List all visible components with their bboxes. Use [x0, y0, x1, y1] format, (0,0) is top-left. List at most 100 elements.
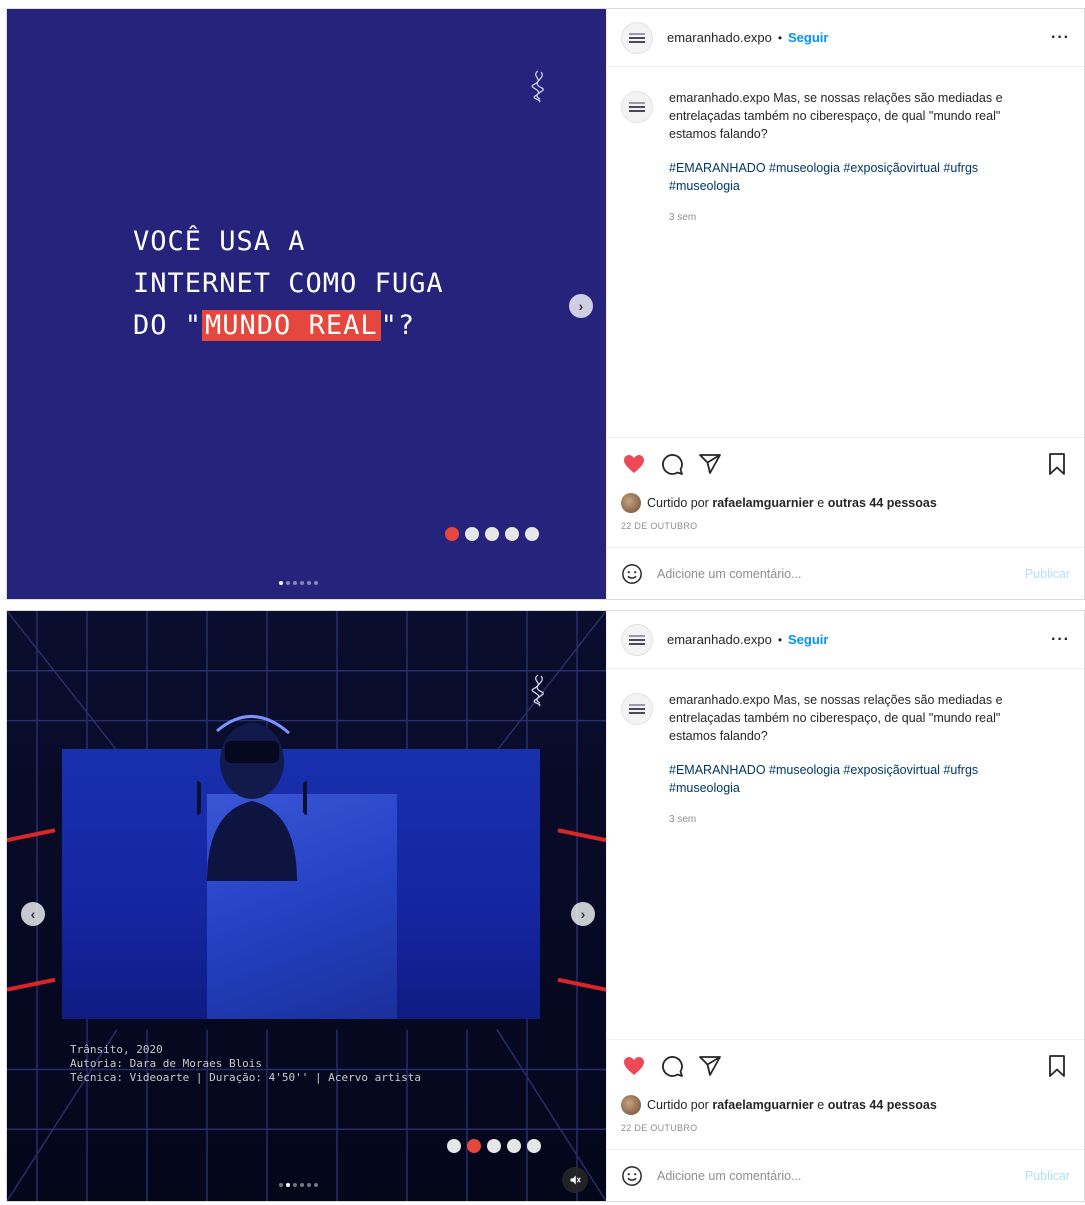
likes-summary: Curtido por rafaelamguarnier e outras 44… [621, 493, 937, 513]
like-button[interactable] [621, 1053, 647, 1079]
caption-text: emaranhado.expo Mas, se nossas relações … [669, 691, 1041, 829]
avatar[interactable] [621, 693, 653, 725]
carousel-dot [279, 581, 283, 585]
instagram-post-2: Trânsito, 2020 Autoria: Dara de Moraes Bl… [6, 610, 1085, 1202]
more-options-button[interactable]: ··· [1051, 631, 1070, 649]
heart-icon [624, 1056, 644, 1075]
action-bar [607, 1039, 1084, 1091]
next-slide-button[interactable]: › [569, 294, 593, 318]
username-link[interactable]: emaranhado.expo [667, 632, 772, 647]
slide-indicator-dots [447, 1139, 541, 1153]
quote-line-3-pre: DO " [133, 310, 203, 341]
avatar[interactable] [621, 91, 653, 123]
carousel-dot [307, 581, 311, 585]
comment-input[interactable]: Adicione um comentário... [657, 1169, 802, 1183]
separator-dot: • [777, 30, 783, 45]
slide-dot-3 [485, 527, 499, 541]
share-button[interactable] [697, 1053, 723, 1079]
action-bar [607, 437, 1084, 489]
caption-hashtags[interactable]: #EMARANHADO #museologia #exposiçãovirtua… [669, 159, 1041, 195]
muted-speaker-icon [570, 1175, 581, 1185]
post-date: 22 DE OUTUBRO [621, 521, 698, 531]
liker-username[interactable]: rafaelamguarnier [712, 496, 813, 510]
likes-prefix: Curtido por [647, 1098, 709, 1112]
slide-indicator-dots [445, 527, 539, 541]
likes-summary: Curtido por rafaelamguarnier e outras 44… [621, 1095, 937, 1115]
artwork-title: Trânsito, 2020 [70, 1043, 163, 1056]
comment-button[interactable] [659, 451, 685, 477]
username-link[interactable]: emaranhado.expo [667, 30, 772, 45]
caption-block: emaranhado.expo Mas, se nossas relações … [621, 89, 1041, 227]
comment-button[interactable] [659, 1053, 685, 1079]
caption-text: emaranhado.expo Mas, se nossas relações … [669, 89, 1041, 227]
previous-slide-button[interactable]: ‹ [21, 902, 45, 926]
slide-dot-2 [465, 527, 479, 541]
save-button[interactable] [1044, 451, 1070, 477]
carousel-position-dots [279, 581, 318, 585]
artwork-technique: Técnica: Videoarte | Duração: 4'50'' | A… [70, 1071, 421, 1084]
like-button[interactable] [621, 451, 647, 477]
liker-avatar[interactable] [621, 493, 641, 513]
comment-bar: Adicione um comentário... Publicar [607, 1149, 1084, 1201]
publish-button[interactable]: Publicar [1025, 1169, 1070, 1183]
avatar[interactable] [621, 623, 653, 656]
publish-button[interactable]: Publicar [1025, 567, 1070, 581]
share-icon [699, 453, 721, 474]
bookmark-icon [1049, 452, 1065, 475]
emaranhado-logo-icon [527, 69, 549, 103]
post-media-slide[interactable]: VOCÊ USA A INTERNET COMO FUGA DO " MUNDO … [7, 9, 606, 599]
slide-dot-4 [505, 527, 519, 541]
post-media-video[interactable]: Trânsito, 2020 Autoria: Dara de Moraes Bl… [7, 611, 606, 1201]
likes-others-link[interactable]: outras 44 pessoas [828, 496, 937, 510]
share-icon [699, 1055, 721, 1076]
chevron-left-icon: ‹ [30, 906, 36, 922]
carousel-dot [279, 1183, 283, 1187]
slide-quote: VOCÊ USA A INTERNET COMO FUGA DO " MUNDO … [133, 221, 444, 347]
caption-block: emaranhado.expo Mas, se nossas relações … [621, 691, 1041, 829]
carousel-dot [293, 1183, 297, 1187]
carousel-dot [307, 1183, 311, 1187]
caption-time: 3 sem [669, 212, 697, 223]
caption-username[interactable]: emaranhado.expo [669, 91, 770, 105]
quote-line-3: DO " MUNDO REAL "? [133, 305, 444, 347]
artwork-author: Autoria: Dara de Moraes Blois [70, 1057, 263, 1070]
comment-icon [662, 1055, 683, 1077]
likes-others-link[interactable]: outras 44 pessoas [828, 1098, 937, 1112]
instagram-post-1: VOCÊ USA A INTERNET COMO FUGA DO " MUNDO … [6, 8, 1085, 600]
slide-dot-4 [507, 1139, 521, 1153]
likes-middle: e [817, 496, 825, 510]
smiley-icon [622, 563, 642, 584]
caption-hashtags[interactable]: #EMARANHADO #museologia #exposiçãovirtua… [669, 761, 1041, 797]
likes-prefix: Curtido por [647, 496, 709, 510]
quote-line-2: INTERNET COMO FUGA [133, 268, 444, 299]
likes-middle: e [817, 1098, 825, 1112]
next-slide-button[interactable]: › [571, 902, 595, 926]
artwork-caption: Trânsito, 2020 Autoria: Dara de Moraes Bl… [70, 1043, 421, 1085]
carousel-dot [314, 1183, 318, 1187]
comment-input[interactable]: Adicione um comentário... [657, 567, 802, 581]
post-sidebar: emaranhado.expo • Seguir ··· emaranhado.… [606, 611, 1084, 1201]
liker-username[interactable]: rafaelamguarnier [712, 1098, 813, 1112]
more-options-button[interactable]: ··· [1051, 29, 1070, 47]
save-button[interactable] [1044, 1053, 1070, 1079]
slide-dot-5 [525, 527, 539, 541]
carousel-dot [300, 1183, 304, 1187]
caption-username[interactable]: emaranhado.expo [669, 693, 770, 707]
avatar[interactable] [621, 21, 653, 54]
carousel-dot [314, 581, 318, 585]
quote-highlight: MUNDO REAL [202, 310, 381, 341]
chevron-right-icon: › [578, 298, 584, 314]
carousel-dot [293, 581, 297, 585]
liker-avatar[interactable] [621, 1095, 641, 1115]
carousel-dot [300, 581, 304, 585]
separator-dot: • [777, 632, 783, 647]
follow-button[interactable]: Seguir [788, 30, 828, 45]
vr-headset-figure [197, 715, 307, 881]
smiley-icon [622, 1165, 642, 1186]
carousel-position-dots [279, 1183, 318, 1187]
slide-dot-5 [527, 1139, 541, 1153]
follow-button[interactable]: Seguir [788, 632, 828, 647]
mute-button[interactable] [562, 1167, 588, 1193]
share-button[interactable] [697, 451, 723, 477]
post-header: emaranhado.expo • Seguir ··· [607, 611, 1084, 669]
